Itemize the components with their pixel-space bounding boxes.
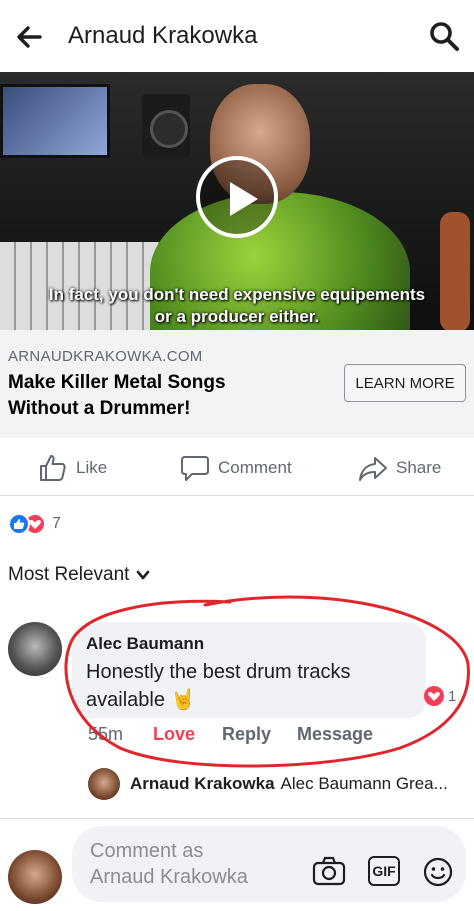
placeholder-line-1: Comment as xyxy=(90,840,204,862)
link-headline: Make Killer Metal Songs Without a Drumme… xyxy=(8,370,328,422)
composer-avatar xyxy=(8,850,62,904)
like-reaction-icon xyxy=(8,513,30,535)
comment-label: Comment xyxy=(218,458,292,477)
gif-icon[interactable]: GIF xyxy=(368,856,400,886)
studio-monitor-screen xyxy=(0,84,110,158)
subtitle-line-2: or a producer either. xyxy=(154,307,320,326)
play-icon xyxy=(230,182,258,216)
comment-timestamp: 55m xyxy=(88,724,124,744)
heart-icon xyxy=(424,686,444,706)
video-subtitle: In fact, you don't need expensive equipe… xyxy=(0,284,474,328)
reply-author-avatar[interactable] xyxy=(88,768,120,800)
divider xyxy=(0,818,474,819)
reaction-count: 7 xyxy=(52,515,61,532)
like-label: Like xyxy=(76,458,108,477)
post-actions: Like Comment Share xyxy=(0,440,474,496)
studio-speaker xyxy=(142,94,190,158)
comment-composer[interactable]: Comment as Arnaud Krakowka GIF xyxy=(72,826,466,902)
link-preview[interactable]: ARNAUDKRAKOWKA.COM Make Killer Metal Son… xyxy=(0,330,474,438)
share-label: Share xyxy=(396,458,442,477)
comment-sort-dropdown[interactable]: Most Relevant xyxy=(8,564,151,586)
learn-more-button[interactable]: LEARN MORE xyxy=(344,364,466,402)
share-arrow-icon xyxy=(359,457,387,481)
subtitle-line-1: In fact, you don't need expensive equipe… xyxy=(48,285,426,304)
comment-bubble-icon xyxy=(181,456,209,481)
top-bar: Arnaud Krakowka xyxy=(0,0,474,72)
reply-author: Arnaud Krakowka xyxy=(130,774,275,793)
like-button[interactable]: Like xyxy=(38,452,107,484)
sort-label: Most Relevant xyxy=(8,564,130,585)
thumbs-up-icon xyxy=(40,455,66,481)
share-button[interactable]: Share xyxy=(358,452,441,484)
comment-text: Honestly the best drum tracks available … xyxy=(86,661,351,711)
comment-message-button[interactable]: Message xyxy=(297,724,373,745)
comment-bubble[interactable]: Alec Baumann Honestly the best drum trac… xyxy=(72,622,426,718)
commenter-avatar[interactable] xyxy=(8,622,62,676)
video-player[interactable]: In fact, you don't need expensive equipe… xyxy=(0,72,474,330)
comment-author[interactable]: Alec Baumann xyxy=(86,634,204,654)
arrow-left-icon xyxy=(17,26,42,48)
headline-line-2: Without a Drummer! xyxy=(8,398,191,419)
link-domain: ARNAUDKRAKOWKA.COM xyxy=(8,348,203,365)
comment-button[interactable]: Comment xyxy=(180,452,292,484)
emoji-icon[interactable] xyxy=(422,856,454,888)
placeholder-line-2: Arnaud Krakowka xyxy=(90,866,248,888)
reply-preview[interactable]: Arnaud Krakowka Alec Baumann Grea... xyxy=(130,774,464,794)
reaction-summary[interactable]: 7 xyxy=(8,512,61,536)
comment-reply-button[interactable]: Reply xyxy=(222,724,271,745)
play-button[interactable] xyxy=(196,156,278,238)
page-title: Arnaud Krakowka xyxy=(68,22,258,49)
search-icon xyxy=(430,22,459,51)
chevron-down-icon xyxy=(137,570,150,580)
camera-icon[interactable] xyxy=(312,856,346,886)
search-button[interactable] xyxy=(428,20,460,52)
comment-love-count: 1 xyxy=(448,687,457,705)
comment-reaction-count[interactable]: 1 xyxy=(424,686,456,706)
reply-text: Alec Baumann Grea... xyxy=(280,774,448,793)
back-button[interactable] xyxy=(14,22,44,52)
comment-love-button[interactable]: Love xyxy=(153,724,195,745)
composer-placeholder: Comment as Arnaud Krakowka xyxy=(90,838,248,890)
headline-line-1: Make Killer Metal Songs xyxy=(8,372,226,393)
